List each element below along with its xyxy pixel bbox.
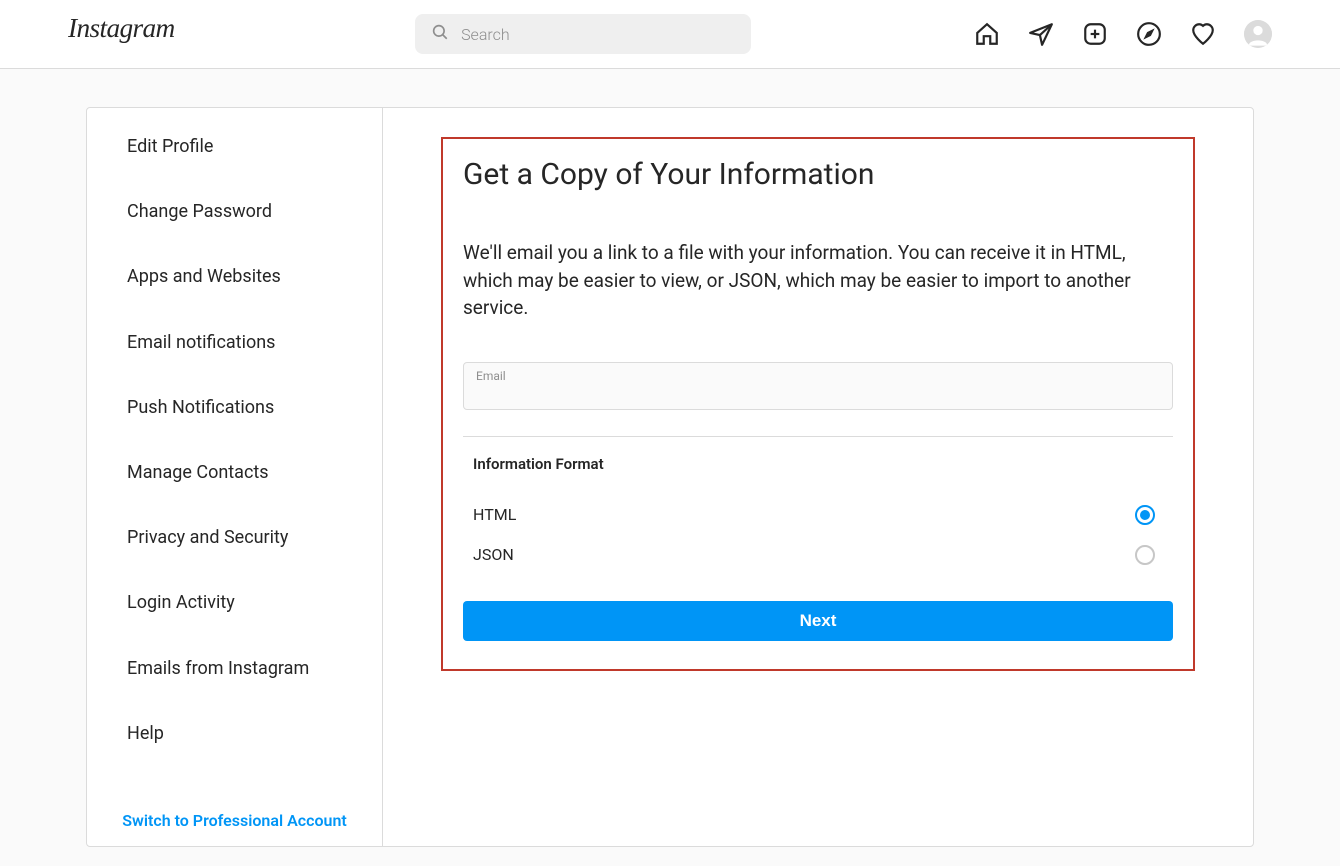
search-input[interactable]: Search xyxy=(415,14,751,54)
page-title: Get a Copy of Your Information xyxy=(463,157,1173,193)
radio-icon xyxy=(1135,505,1155,525)
explore-icon[interactable] xyxy=(1136,21,1162,47)
home-icon[interactable] xyxy=(974,21,1000,47)
profile-avatar[interactable] xyxy=(1244,20,1272,48)
sidebar-item-manage-contacts[interactable]: Manage Contacts xyxy=(87,440,382,505)
divider xyxy=(463,436,1173,437)
sidebar-item-login-activity[interactable]: Login Activity xyxy=(87,570,382,635)
format-heading: Information Format xyxy=(463,455,1173,473)
sidebar-item-push-notifications[interactable]: Push Notifications xyxy=(87,375,382,440)
switch-professional-link[interactable]: Switch to Professional Account xyxy=(87,766,382,846)
instagram-logo[interactable]: Instagram xyxy=(68,12,192,56)
sidebar-item-edit-profile[interactable]: Edit Profile xyxy=(87,114,382,179)
format-option-html[interactable]: HTML xyxy=(463,495,1173,535)
activity-icon[interactable] xyxy=(1190,21,1216,47)
search-icon xyxy=(431,23,449,45)
sidebar-item-email-notifications[interactable]: Email notifications xyxy=(87,310,382,375)
svg-text:Instagram: Instagram xyxy=(68,13,175,43)
page-description: We'll email you a link to a file with yo… xyxy=(463,239,1173,322)
settings-container: Edit Profile Change Password Apps and We… xyxy=(86,107,1254,847)
format-option-html-label: HTML xyxy=(473,505,516,524)
next-button[interactable]: Next xyxy=(463,601,1173,641)
email-field[interactable]: Email xyxy=(463,362,1173,410)
sidebar-item-privacy-security[interactable]: Privacy and Security xyxy=(87,505,382,570)
radio-icon xyxy=(1135,545,1155,565)
download-info-panel: Get a Copy of Your Information We'll ema… xyxy=(441,137,1195,671)
settings-sidebar: Edit Profile Change Password Apps and We… xyxy=(87,108,383,846)
new-post-icon[interactable] xyxy=(1082,21,1108,47)
format-option-json-label: JSON xyxy=(473,545,514,564)
email-label: Email xyxy=(476,369,1160,383)
messenger-icon[interactable] xyxy=(1028,21,1054,47)
nav-icons xyxy=(974,20,1272,48)
format-option-json[interactable]: JSON xyxy=(463,535,1173,575)
top-nav-bar: Instagram Search xyxy=(0,0,1340,69)
sidebar-item-emails-from-instagram[interactable]: Emails from Instagram xyxy=(87,636,382,701)
sidebar-item-apps-websites[interactable]: Apps and Websites xyxy=(87,244,382,309)
sidebar-item-help[interactable]: Help xyxy=(87,701,382,766)
settings-content: Get a Copy of Your Information We'll ema… xyxy=(383,108,1253,846)
search-placeholder: Search xyxy=(461,25,510,44)
sidebar-item-change-password[interactable]: Change Password xyxy=(87,179,382,244)
